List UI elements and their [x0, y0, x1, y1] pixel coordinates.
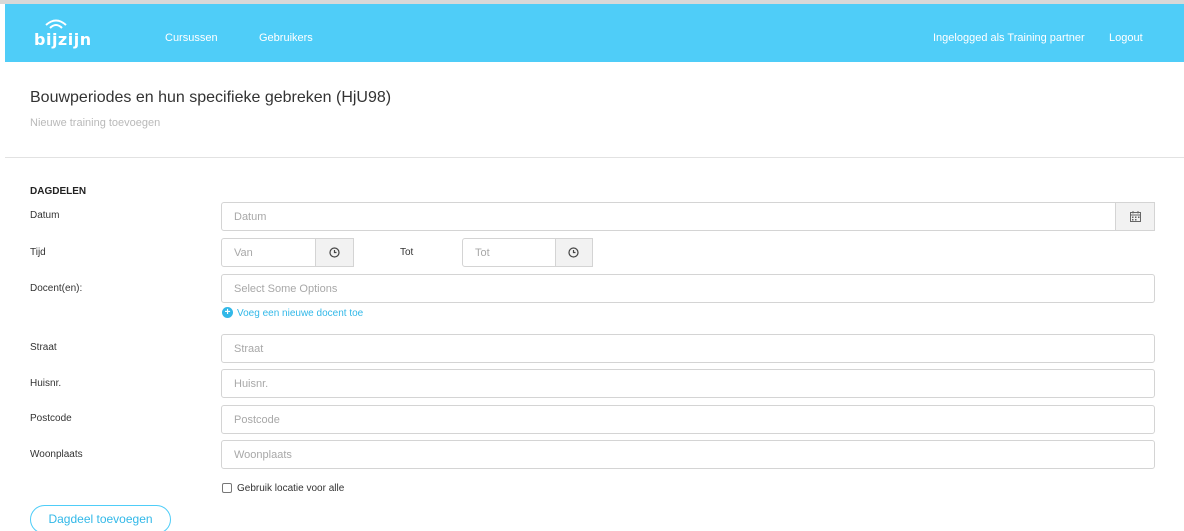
- van-input[interactable]: Van: [221, 238, 354, 267]
- tot-clock-button[interactable]: [555, 238, 593, 267]
- tot-label: Tot: [400, 247, 414, 258]
- logged-in-as[interactable]: Ingelogged als Training partner: [933, 32, 1085, 44]
- postcode-placeholder: Postcode: [234, 414, 280, 426]
- postcode-label: Postcode: [30, 413, 72, 424]
- huisnr-input[interactable]: Huisnr.: [221, 369, 1155, 398]
- navbar: bijzijn Cursussen Gebruikers Ingelogged …: [5, 4, 1184, 62]
- page-subtitle: Nieuwe training toevoegen: [30, 117, 161, 129]
- huisnr-label: Huisnr.: [30, 378, 62, 389]
- tot-input[interactable]: Tot: [462, 238, 593, 267]
- logo[interactable]: bijzijn: [34, 18, 114, 52]
- clock-icon: [329, 247, 340, 258]
- docent-select[interactable]: Select Some Options: [221, 274, 1155, 303]
- section-title: DAGDELEN: [30, 186, 87, 197]
- divider: [5, 157, 1184, 158]
- van-placeholder: Van: [234, 247, 253, 259]
- tijd-label: Tijd: [30, 247, 46, 258]
- woonplaats-placeholder: Woonplaats: [234, 449, 292, 461]
- woonplaats-input[interactable]: Woonplaats: [221, 440, 1155, 469]
- datum-placeholder: Datum: [234, 211, 267, 223]
- datum-label: Datum: [30, 210, 60, 221]
- page-title: Bouwperiodes en hun specifieke gebreken …: [30, 89, 392, 106]
- nav-link-cursussen[interactable]: Cursussen: [165, 32, 218, 44]
- straat-input[interactable]: Straat: [221, 334, 1155, 363]
- add-docent-text: Voeg een nieuwe docent toe: [237, 308, 364, 319]
- woonplaats-label: Woonplaats: [30, 449, 83, 460]
- docent-label: Docent(en):: [30, 283, 83, 294]
- calendar-button[interactable]: [1115, 202, 1155, 231]
- straat-placeholder: Straat: [234, 343, 264, 355]
- plus-circle-icon: +: [222, 307, 233, 318]
- straat-label: Straat: [30, 342, 57, 353]
- logo-text: bijzijn: [34, 30, 92, 49]
- use-location-checkbox[interactable]: [222, 483, 232, 493]
- clock-icon: [568, 247, 579, 258]
- postcode-input[interactable]: Postcode: [221, 405, 1155, 434]
- use-location-label: Gebruik locatie voor alle: [237, 483, 345, 494]
- nav-link-gebruikers[interactable]: Gebruikers: [259, 32, 313, 44]
- docent-placeholder: Select Some Options: [234, 283, 338, 295]
- van-clock-button[interactable]: [315, 238, 354, 267]
- calendar-icon: [1130, 211, 1141, 222]
- datum-input[interactable]: Datum: [221, 202, 1155, 231]
- tot-placeholder: Tot: [475, 247, 490, 259]
- huisnr-placeholder: Huisnr.: [234, 378, 269, 390]
- logout-link[interactable]: Logout: [1109, 32, 1143, 44]
- add-dagdeel-button[interactable]: Dagdeel toevoegen: [30, 505, 171, 531]
